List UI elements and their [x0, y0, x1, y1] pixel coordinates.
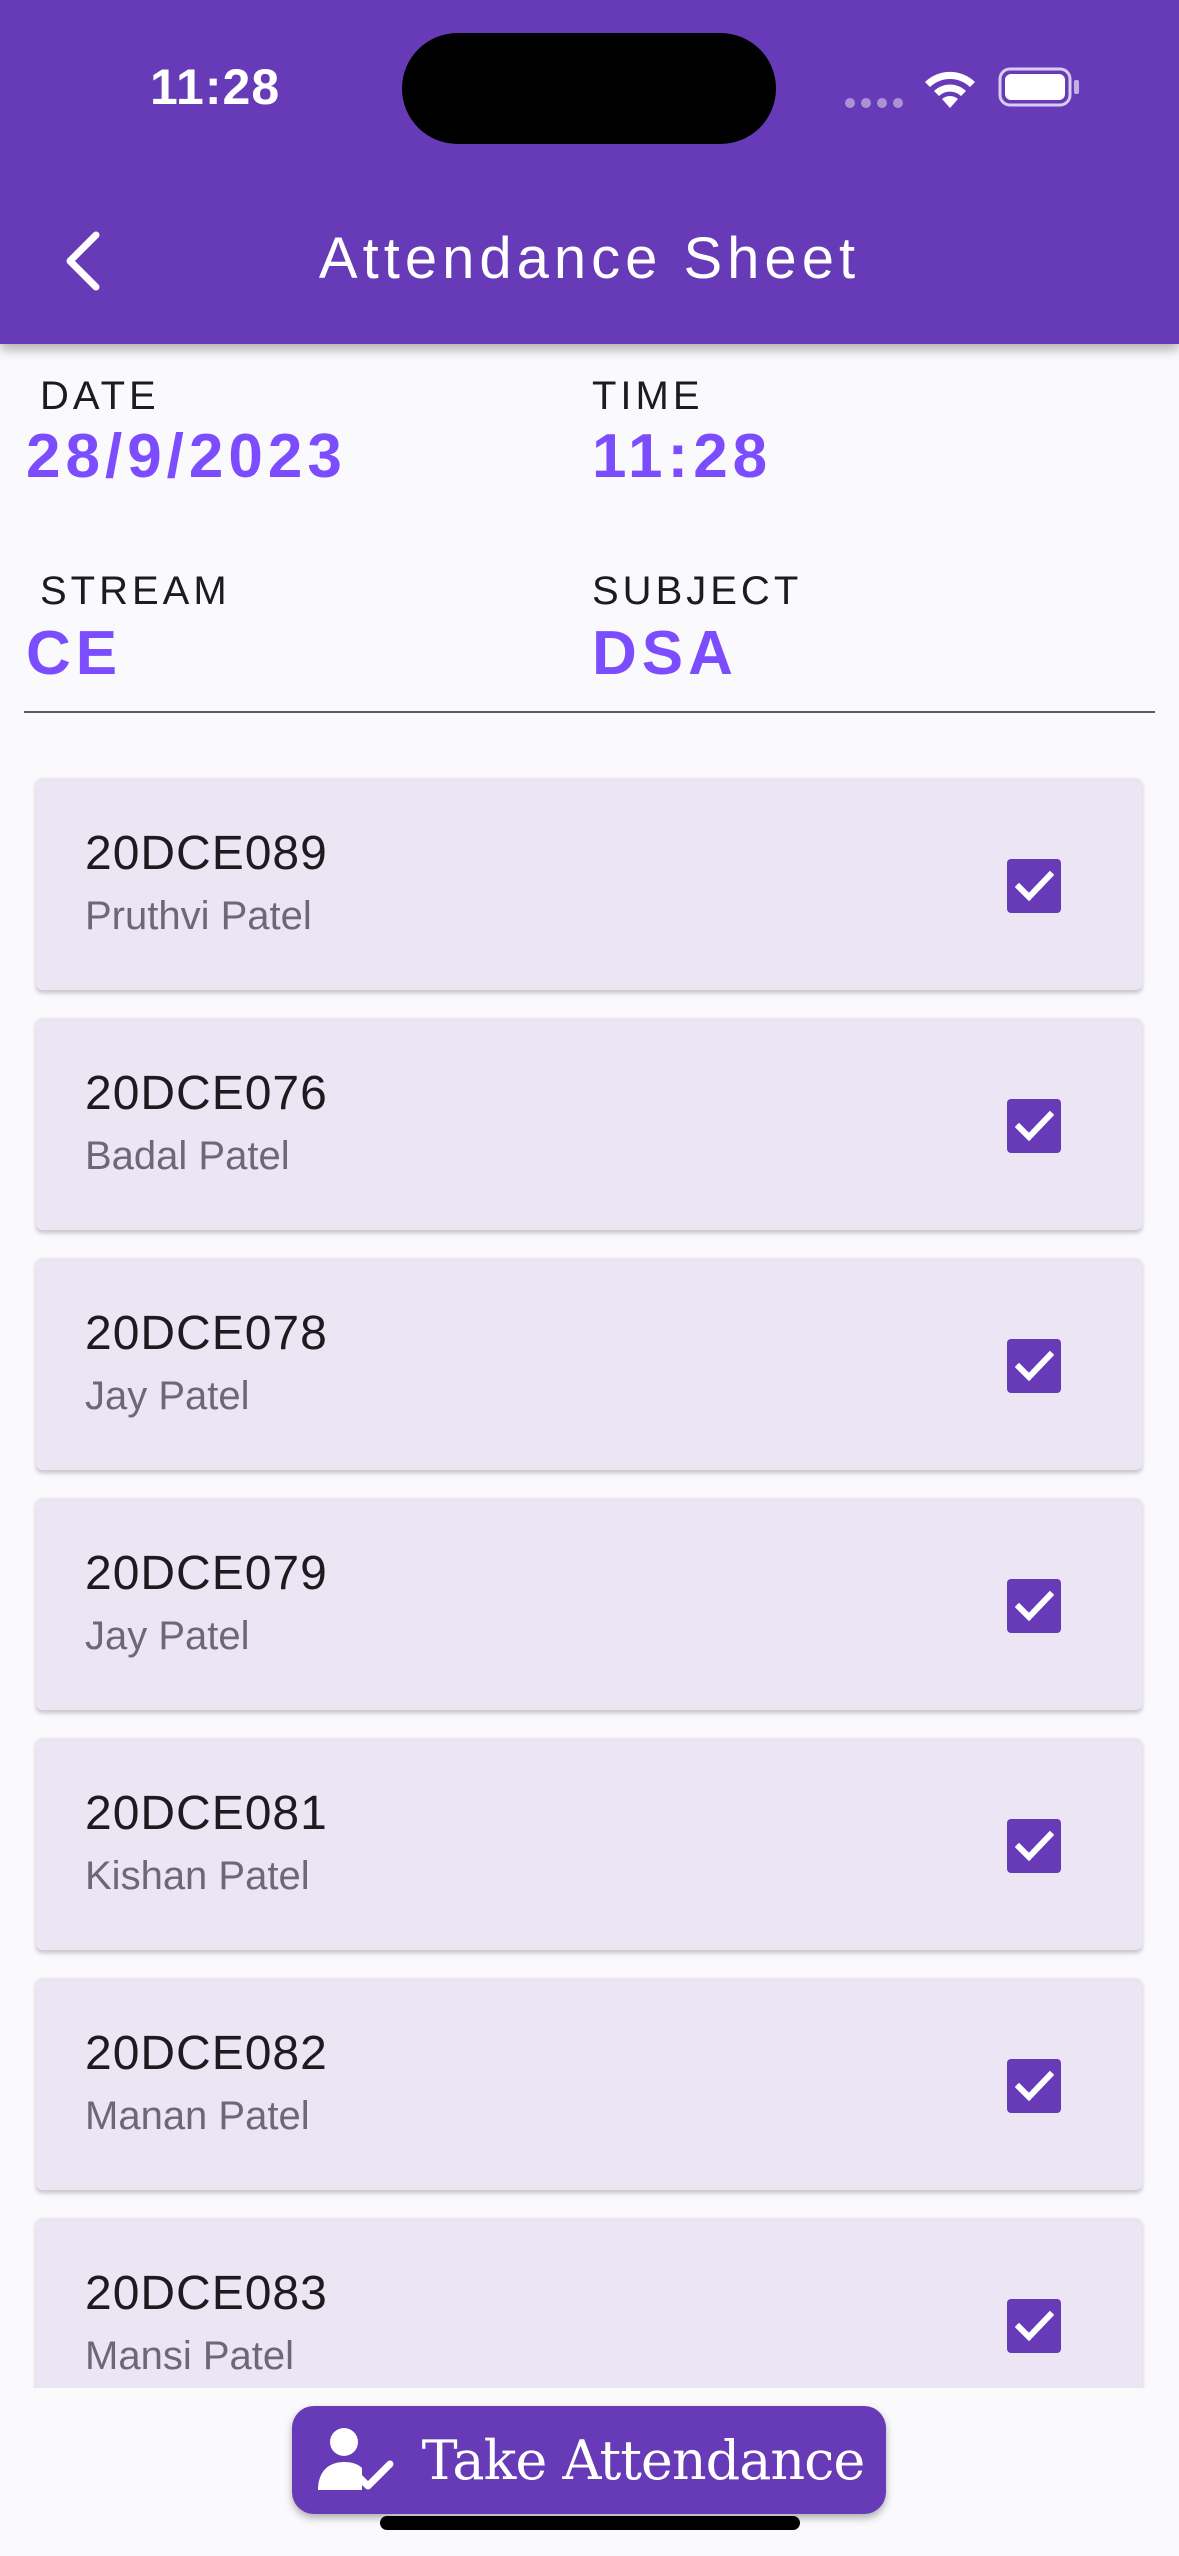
- time-label: TIME: [592, 374, 704, 418]
- present-checkbox[interactable]: [1007, 1339, 1061, 1393]
- student-id: 20DCE079: [85, 1547, 328, 1600]
- present-checkbox[interactable]: [1007, 1819, 1061, 1873]
- status-bar-time: 11:28: [150, 59, 281, 115]
- dynamic-island: [402, 33, 776, 144]
- student-card[interactable]: 20DCE078 Jay Patel: [36, 1258, 1142, 1470]
- time-value: 11:28: [592, 422, 773, 491]
- student-id: 20DCE076: [85, 1067, 328, 1120]
- present-checkbox[interactable]: [1007, 859, 1061, 913]
- wifi-icon: [925, 71, 975, 108]
- student-name: Manan Patel: [85, 2094, 310, 2138]
- cellular-signal-icon: [845, 95, 909, 113]
- student-list[interactable]: 20DCE089 Pruthvi Patel 20DCE076 Badal Pa…: [0, 760, 1179, 2388]
- checkmark-icon: [1014, 2310, 1055, 2342]
- student-name: Kishan Patel: [85, 1854, 310, 1898]
- app-bar: 11:28 Attendance Sheet: [0, 0, 1179, 344]
- stream-label: STREAM: [40, 569, 231, 613]
- stream-value: CE: [26, 619, 123, 688]
- student-card[interactable]: 20DCE081 Kishan Patel: [36, 1738, 1142, 1950]
- take-attendance-label: Take Attendance: [421, 2428, 866, 2492]
- person-check-icon: [317, 2428, 394, 2490]
- checkmark-icon: [1014, 1110, 1055, 1142]
- student-name: Mansi Patel: [85, 2334, 294, 2378]
- student-card[interactable]: 20DCE082 Manan Patel: [36, 1978, 1142, 2190]
- student-name: Jay Patel: [85, 1374, 250, 1418]
- student-name: Pruthvi Patel: [85, 894, 312, 938]
- subject-label: SUBJECT: [592, 569, 803, 613]
- present-checkbox[interactable]: [1007, 2059, 1061, 2113]
- checkmark-icon: [1014, 1830, 1055, 1862]
- present-checkbox[interactable]: [1007, 1579, 1061, 1633]
- student-card[interactable]: 20DCE076 Badal Patel: [36, 1018, 1142, 1230]
- student-name: Jay Patel: [85, 1614, 250, 1658]
- checkmark-icon: [1014, 870, 1055, 902]
- student-id: 20DCE083: [85, 2267, 328, 2320]
- date-value: 28/9/2023: [26, 422, 347, 491]
- student-id: 20DCE082: [85, 2027, 328, 2080]
- date-label: DATE: [40, 374, 160, 418]
- student-name: Badal Patel: [85, 1134, 290, 1178]
- checkmark-icon: [1014, 1590, 1055, 1622]
- present-checkbox[interactable]: [1007, 2299, 1061, 2353]
- page-title: Attendance Sheet: [318, 226, 861, 291]
- checkmark-icon: [1014, 2070, 1055, 2102]
- checkmark-icon: [1014, 1350, 1055, 1382]
- home-indicator[interactable]: [380, 2516, 800, 2530]
- take-attendance-button[interactable]: Take Attendance: [292, 2406, 886, 2514]
- student-card[interactable]: 20DCE079 Jay Patel: [36, 1498, 1142, 1710]
- student-id: 20DCE081: [85, 1787, 328, 1840]
- info-divider: [24, 711, 1155, 713]
- present-checkbox[interactable]: [1007, 1099, 1061, 1153]
- subject-value: DSA: [592, 619, 738, 688]
- student-id: 20DCE089: [85, 827, 328, 880]
- student-card[interactable]: 20DCE089 Pruthvi Patel: [36, 778, 1142, 990]
- student-card[interactable]: 20DCE083 Mansi Patel: [36, 2218, 1142, 2388]
- student-id: 20DCE078: [85, 1307, 328, 1360]
- battery-icon: [998, 67, 1079, 107]
